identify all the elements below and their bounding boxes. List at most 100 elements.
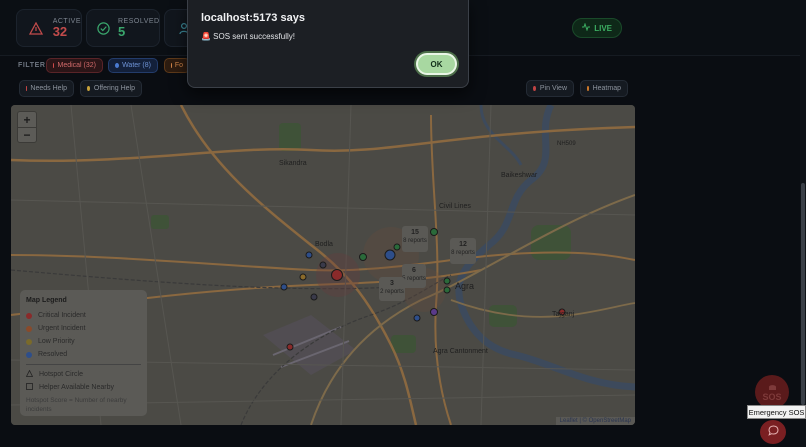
legend-helper-label: Helper Available Nearby — [39, 384, 114, 391]
place-label: Agra Cantonment — [433, 348, 488, 355]
incident-marker[interactable] — [443, 277, 451, 285]
legend-item-urgent: Urgent Incident — [26, 322, 141, 335]
cluster-caption: 8 reports — [403, 238, 427, 244]
legend-item-label: Low Priority — [38, 338, 75, 345]
ok-button[interactable]: OK — [416, 53, 457, 75]
incident-marker[interactable] — [319, 261, 327, 269]
map-attribution[interactable]: Leaflet | © OpenStreetMap — [555, 417, 635, 425]
pin-icon — [533, 86, 536, 91]
dialog-title: localhost:5173 says — [201, 12, 305, 24]
urgent-dot-icon — [26, 325, 32, 332]
scrollbar-thumb[interactable] — [801, 183, 805, 405]
cluster-marker[interactable]: 15 8 reports — [402, 226, 428, 252]
incident-marker[interactable] — [305, 251, 313, 259]
needs-help-label: Needs Help — [30, 85, 67, 92]
live-indicator: LIVE — [572, 18, 622, 38]
zoom-out-button[interactable]: − — [18, 127, 36, 142]
filter-chip-medical[interactable]: Medical (32) — [46, 58, 103, 73]
activity-icon — [582, 22, 591, 33]
legend-hotspot-label: Hotspot Circle — [39, 371, 83, 378]
water-drop-icon — [115, 63, 120, 68]
legend-item-critical: Critical Incident — [26, 309, 141, 322]
cluster-count: 3 — [390, 280, 394, 287]
resolved-count: 5 — [118, 23, 126, 39]
filter-chip-label: Fo — [174, 62, 183, 69]
legend-title: Map Legend — [26, 297, 67, 304]
legend-item-low: Low Priority — [26, 335, 141, 348]
cluster-caption: 5 reports — [402, 276, 426, 282]
incident-marker[interactable] — [280, 283, 288, 291]
sos-button[interactable]: SOS — [755, 375, 789, 409]
heatmap-button[interactable]: Heatmap — [580, 80, 628, 97]
legend-item-label: Resolved — [38, 351, 68, 358]
filter-chip-label: Medical (32) — [57, 62, 96, 69]
resolved-dot-icon — [26, 351, 32, 358]
cluster-count: 12 — [459, 241, 467, 248]
filter-label: FILTER — [18, 62, 46, 69]
medical-icon — [53, 63, 55, 68]
zoom-in-button[interactable]: + — [18, 112, 36, 127]
incident-marker[interactable] — [384, 249, 396, 261]
resolved-stat-card: RESOLVED 5 — [86, 9, 160, 47]
pin-view-button[interactable]: Pin View — [526, 80, 574, 97]
needs-help-button[interactable]: Needs Help — [19, 80, 74, 97]
place-label: Sikandra — [279, 160, 307, 167]
siren-icon — [768, 382, 777, 392]
filter-chip-water[interactable]: Water (8) — [108, 58, 158, 73]
place-label: Agra — [455, 281, 475, 291]
incident-marker[interactable] — [331, 269, 343, 281]
incident-marker[interactable] — [413, 314, 421, 322]
triangle-warning-icon — [25, 369, 34, 379]
legend-divider — [26, 364, 141, 365]
cluster-caption: 2 reports — [380, 289, 404, 295]
incident-map[interactable]: + − Sikandra Bodla Baikeshwar Civil Line… — [11, 105, 635, 425]
incident-marker[interactable] — [310, 293, 318, 301]
incident-marker[interactable] — [393, 243, 401, 251]
filter-chip-label: Water (8) — [122, 62, 151, 69]
pin-view-label: Pin View — [539, 85, 567, 92]
cluster-caption: 8 reports — [451, 250, 475, 256]
heatmap-label: Heatmap — [592, 85, 621, 92]
offering-help-label: Offering Help — [93, 85, 135, 92]
alert-dialog: localhost:5173 says 🚨 SOS sent successfu… — [187, 0, 469, 88]
offering-help-button[interactable]: Offering Help — [80, 80, 142, 97]
cluster-marker[interactable]: 3 2 reports — [379, 277, 405, 301]
legend-item-label: Urgent Incident — [38, 325, 86, 332]
low-priority-dot-icon — [26, 338, 32, 345]
active-count: 32 — [52, 23, 68, 39]
cluster-count: 15 — [411, 229, 419, 236]
sos-label: SOS — [762, 392, 782, 402]
zoom-control: + − — [17, 111, 37, 143]
incident-marker[interactable] — [299, 273, 307, 281]
cluster-marker[interactable]: 12 8 reports — [450, 238, 476, 264]
active-stat-card: ACTIVE 32 — [16, 9, 82, 47]
place-label: Civil Lines — [439, 203, 471, 210]
warning-icon — [27, 18, 45, 38]
incident-marker[interactable] — [359, 253, 367, 261]
incident-marker[interactable] — [443, 286, 451, 294]
chat-bubble-icon — [767, 423, 779, 441]
critical-dot-icon — [26, 312, 32, 319]
place-label: Baikeshwar — [501, 172, 538, 179]
dialog-message: 🚨 SOS sent successfully! — [201, 32, 295, 41]
map-legend: Map Legend Critical Incident Urgent Inci… — [20, 290, 147, 416]
check-circle-icon — [97, 18, 110, 38]
legend-helper: Helper Available Nearby — [26, 381, 141, 394]
place-label: Tajganj — [552, 311, 575, 318]
helper-icon — [26, 383, 33, 392]
incident-marker[interactable] — [430, 228, 438, 236]
cluster-marker[interactable]: 6 5 reports — [402, 264, 426, 288]
fire-icon — [587, 86, 589, 91]
incident-marker[interactable] — [430, 308, 438, 316]
cluster-count: 6 — [412, 267, 416, 274]
place-label: Bodla — [315, 241, 333, 248]
handshake-icon — [87, 86, 90, 91]
incident-marker[interactable] — [286, 343, 294, 351]
food-icon — [171, 63, 172, 68]
legend-item-label: Critical Incident — [38, 312, 86, 319]
chat-button[interactable] — [760, 420, 786, 444]
legend-note: Hotspot Score = Number of nearby inciden… — [26, 397, 127, 413]
legend-item-resolved: Resolved — [26, 348, 141, 361]
live-label: LIVE — [594, 23, 612, 33]
legend-hotspot: Hotspot Circle — [25, 368, 141, 381]
